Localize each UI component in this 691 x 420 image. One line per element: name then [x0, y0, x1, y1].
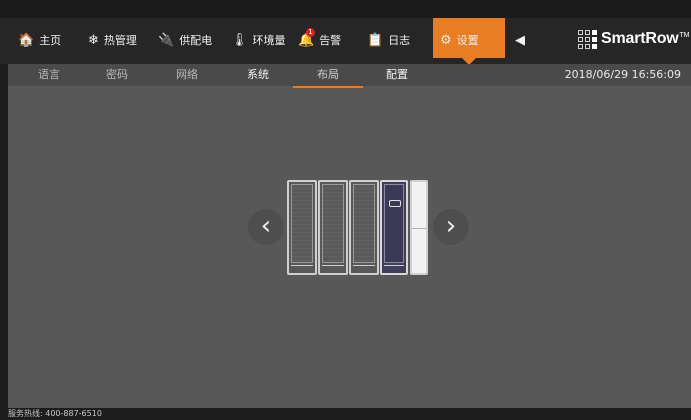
thermometer-icon: 🌡 [231, 32, 248, 48]
speaker-icon: ◀ [515, 32, 525, 48]
service-hotline: 服务热线: 400-887-6510 [0, 408, 691, 420]
nav-item-alarm[interactable]: 🔔 告警 [298, 30, 341, 50]
nav-label-power: 供配电 [179, 34, 213, 47]
nav-item-power[interactable]: 🔌 供配电 [158, 30, 212, 50]
previous-arrow-button[interactable]: ‹ [248, 209, 284, 245]
alarm-count-badge: 1 [306, 28, 315, 37]
nav-label-log: 日志 [388, 34, 411, 47]
nav-item-environment[interactable]: 🌡 环境量 [231, 30, 286, 50]
tab-password[interactable]: 密码 [96, 64, 138, 86]
cabinet-slot-icon [389, 200, 401, 207]
rack-cabinet-2[interactable] [318, 180, 348, 275]
gear-icon: ⚙ [440, 32, 452, 48]
end-panel[interactable] [410, 180, 428, 275]
nav-label-settings: 设置 [456, 34, 479, 47]
snowflake-icon: ❄ [88, 32, 99, 48]
title-strip [0, 0, 691, 18]
nav-label-environment: 环境量 [252, 34, 286, 47]
nav-item-home[interactable]: 🏠 主页 [18, 30, 61, 50]
tab-layout[interactable]: 布局 [307, 64, 349, 86]
nav-item-log[interactable]: 📋 日志 [367, 30, 410, 50]
nav-item-settings[interactable]: ⚙ 设置 [440, 30, 479, 50]
home-icon: 🏠 [18, 32, 35, 48]
nav-label-home: 主页 [39, 34, 62, 47]
tab-network[interactable]: 网络 [166, 64, 208, 86]
rack-cabinet-3[interactable] [349, 180, 379, 275]
settings-panel: 语言 密码 网络 系统 布局 配置 2018/06/29 16:56:09 ‹ … [8, 64, 691, 408]
top-navigation-bar: 🏠 主页 ❄ 热管理 🔌 供配电 🌡 环境量 🔔 告警 1 📋 日志 ⚙ 设置 … [0, 0, 691, 65]
nav-label-thermal: 热管理 [103, 34, 137, 47]
logo-mark [578, 29, 597, 49]
smartrow-logo: SmartRowTM [578, 24, 689, 54]
tab-system[interactable]: 系统 [237, 64, 279, 86]
nav-item-thermal[interactable]: ❄ 热管理 [88, 30, 137, 50]
nav-label-alarm: 告警 [319, 34, 342, 47]
chevron-left-icon: ‹ [260, 211, 272, 241]
active-tab-underline [293, 86, 363, 88]
rack-cabinet-selected[interactable] [380, 180, 408, 275]
tab-config[interactable]: 配置 [376, 64, 418, 86]
clipboard-icon: 📋 [367, 32, 384, 48]
next-arrow-button[interactable]: › [433, 209, 469, 245]
settings-subnav: 语言 密码 网络 系统 布局 配置 2018/06/29 16:56:09 [8, 64, 691, 86]
rack-cabinet-1[interactable] [287, 180, 317, 275]
speaker-button[interactable]: ◀ [515, 30, 530, 50]
power-plug-icon: 🔌 [158, 32, 175, 48]
datetime-display: 2018/06/29 16:56:09 [564, 68, 681, 81]
tab-language[interactable]: 语言 [28, 64, 70, 86]
chevron-right-icon: › [445, 211, 457, 241]
logo-text: SmartRowTM [601, 30, 690, 47]
